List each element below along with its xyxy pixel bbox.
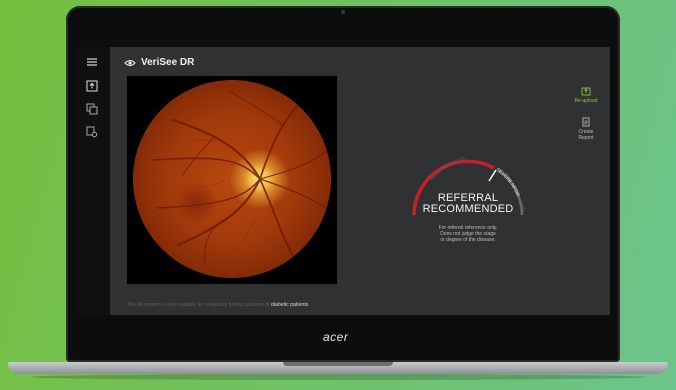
menu-icon[interactable] [85, 55, 99, 69]
app-title-text: VeriSee DR [141, 57, 195, 68]
copy-icon[interactable] [85, 102, 99, 116]
fundus-image-frame [127, 76, 337, 284]
upload-icon[interactable] [85, 79, 99, 93]
page-title: VeriSee DR [124, 57, 194, 68]
reupload-label: Re-upload [574, 98, 598, 104]
laptop-shadow [30, 374, 646, 380]
app-window: VeriSee DR This AI system is only suitab… [76, 47, 610, 315]
fundus-image [133, 80, 331, 278]
brand-logo: acer [323, 330, 349, 344]
reupload-button[interactable]: Re-upload [566, 86, 606, 104]
referral-note: For referral reference only. Does not ju… [406, 225, 530, 243]
webcam [341, 10, 345, 14]
reupload-icon [581, 87, 591, 96]
report-settings-icon[interactable] [85, 125, 99, 139]
create-report-button[interactable]: Create Report [566, 117, 606, 141]
eye-logo-icon [124, 59, 136, 66]
referral-status-line2: RECOMMENDED [422, 203, 514, 215]
disclaimer-text: This AI system is only suitable for anal… [127, 302, 308, 308]
gauge-label-moderate: MODERATE NPDR [429, 156, 466, 182]
report-icon [582, 117, 590, 127]
create-report-label-2: Report [578, 135, 594, 141]
disclaimer-prefix: This AI system is only suitable for anal… [127, 302, 270, 308]
referral-status: REFERRAL RECOMMENDED [406, 193, 530, 215]
note-line-3: or degree of the disease. [440, 237, 496, 243]
sidebar [76, 47, 110, 315]
laptop-base-notch [283, 362, 393, 366]
disclaimer-highlight: diabetic patients [270, 302, 309, 308]
